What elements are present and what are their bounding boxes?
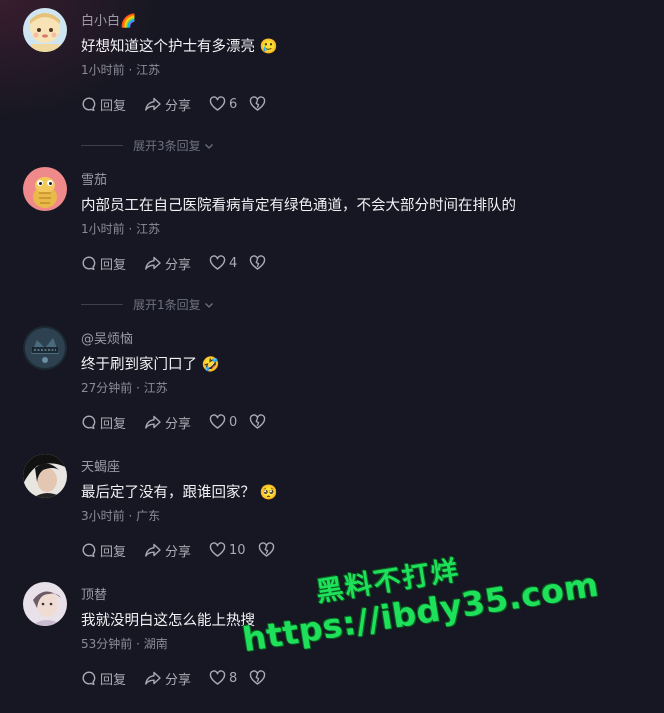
comment-actions: 回复 分享 10 — [81, 540, 296, 560]
like-button[interactable]: 0 — [209, 414, 237, 430]
share-label: 分享 — [165, 416, 192, 432]
comment-meta: 3小时前 · 广东 — [81, 509, 161, 523]
comment-text: 内部员工在自己医院看病肯定有绿色通道，不会大部分时间在排队的 — [81, 198, 516, 214]
reply-icon — [82, 256, 96, 271]
comment-username[interactable]: 天蝎座 — [81, 456, 120, 475]
reply-button[interactable]: 回复 — [81, 254, 126, 273]
share-icon — [145, 415, 161, 429]
dislike-button[interactable] — [249, 255, 269, 271]
reply-label: 回复 — [100, 98, 127, 114]
broken-heart-icon — [250, 670, 266, 685]
avatar[interactable] — [23, 326, 67, 370]
like-count: 0 — [229, 414, 238, 430]
share-icon — [145, 97, 161, 111]
reply-label: 回复 — [100, 416, 127, 432]
reply-icon — [82, 671, 96, 686]
broken-heart-icon — [250, 96, 266, 111]
comment-meta: 1小时前 · 江苏 — [81, 63, 161, 77]
expand-replies-button[interactable]: 展开1条回复 — [81, 296, 215, 313]
comment-username[interactable]: 白小白🌈 — [81, 10, 136, 29]
comment-username[interactable]: 顶替 — [81, 584, 107, 603]
comment-meta: 53分钟前 · 湖南 — [81, 637, 168, 651]
share-icon — [145, 256, 161, 270]
like-count: 6 — [229, 96, 238, 112]
heart-icon — [209, 670, 226, 685]
comment-meta: 27分钟前 · 江苏 — [81, 381, 168, 395]
dislike-button[interactable] — [249, 414, 269, 430]
expand-replies-button[interactable]: 展开3条回复 — [81, 137, 215, 154]
comment-username[interactable]: @吴烦恼 — [81, 328, 133, 347]
reply-button[interactable]: 回复 — [81, 413, 126, 432]
comment-text: 终于刷到家门口了 🤣 — [81, 357, 220, 373]
broken-heart-icon — [250, 255, 266, 270]
reply-icon — [82, 415, 96, 430]
comment-actions: 回复 分享 6 — [81, 94, 287, 114]
share-label: 分享 — [165, 672, 192, 688]
comment-actions: 回复 分享 4 — [81, 253, 287, 273]
watermark-title: 黑料不打烊 — [314, 554, 463, 609]
share-icon — [145, 671, 161, 685]
chevron-down-icon — [204, 143, 213, 149]
share-button[interactable]: 分享 — [144, 413, 191, 432]
comment-username[interactable]: 雪茄 — [81, 169, 107, 188]
dislike-button[interactable] — [249, 670, 269, 686]
like-count: 4 — [229, 255, 238, 271]
like-button[interactable]: 10 — [209, 542, 246, 558]
divider-line — [81, 145, 123, 146]
heart-icon — [209, 96, 226, 111]
reply-button[interactable]: 回复 — [81, 95, 126, 114]
share-label: 分享 — [165, 98, 192, 114]
watermark-url: https://ibdy35.com — [239, 564, 602, 660]
chevron-down-icon — [204, 302, 213, 308]
heart-icon — [209, 414, 226, 429]
reply-icon — [82, 97, 96, 112]
avatar[interactable] — [23, 167, 67, 211]
reply-label: 回复 — [100, 672, 127, 688]
comment-actions: 回复 分享 0 — [81, 412, 287, 432]
like-count: 8 — [229, 670, 238, 686]
reply-label: 回复 — [100, 544, 127, 560]
share-label: 分享 — [165, 257, 192, 273]
share-button[interactable]: 分享 — [144, 541, 191, 560]
like-button[interactable]: 6 — [209, 96, 237, 112]
like-count: 10 — [229, 542, 246, 558]
reply-label: 回复 — [100, 257, 127, 273]
share-icon — [145, 543, 161, 557]
expand-replies-label: 展开1条回复 — [133, 298, 201, 312]
comment-text: 好想知道这个护士有多漂亮 🥲 — [81, 39, 278, 55]
share-button[interactable]: 分享 — [144, 95, 191, 114]
like-button[interactable]: 4 — [209, 255, 237, 271]
reply-icon — [82, 543, 96, 558]
comment-text: 我就没明白这怎么能上热搜 — [81, 613, 255, 629]
broken-heart-icon — [258, 542, 274, 557]
heart-icon — [209, 542, 226, 557]
avatar[interactable] — [23, 8, 67, 52]
avatar[interactable] — [23, 582, 67, 626]
comment-text: 最后定了没有，跟谁回家？ 🥺 — [81, 485, 278, 501]
share-label: 分享 — [165, 544, 192, 560]
dislike-button[interactable] — [258, 542, 278, 558]
avatar[interactable] — [23, 454, 67, 498]
reply-button[interactable]: 回复 — [81, 669, 126, 688]
dislike-button[interactable] — [249, 96, 269, 112]
divider-line — [81, 304, 123, 305]
expand-replies-label: 展开3条回复 — [133, 139, 201, 153]
comment-actions: 回复 分享 8 — [81, 668, 287, 688]
reply-button[interactable]: 回复 — [81, 541, 126, 560]
comment-meta: 1小时前 · 江苏 — [81, 222, 161, 236]
heart-icon — [209, 255, 226, 270]
share-button[interactable]: 分享 — [144, 669, 191, 688]
broken-heart-icon — [250, 414, 266, 429]
like-button[interactable]: 8 — [209, 670, 237, 686]
share-button[interactable]: 分享 — [144, 254, 191, 273]
